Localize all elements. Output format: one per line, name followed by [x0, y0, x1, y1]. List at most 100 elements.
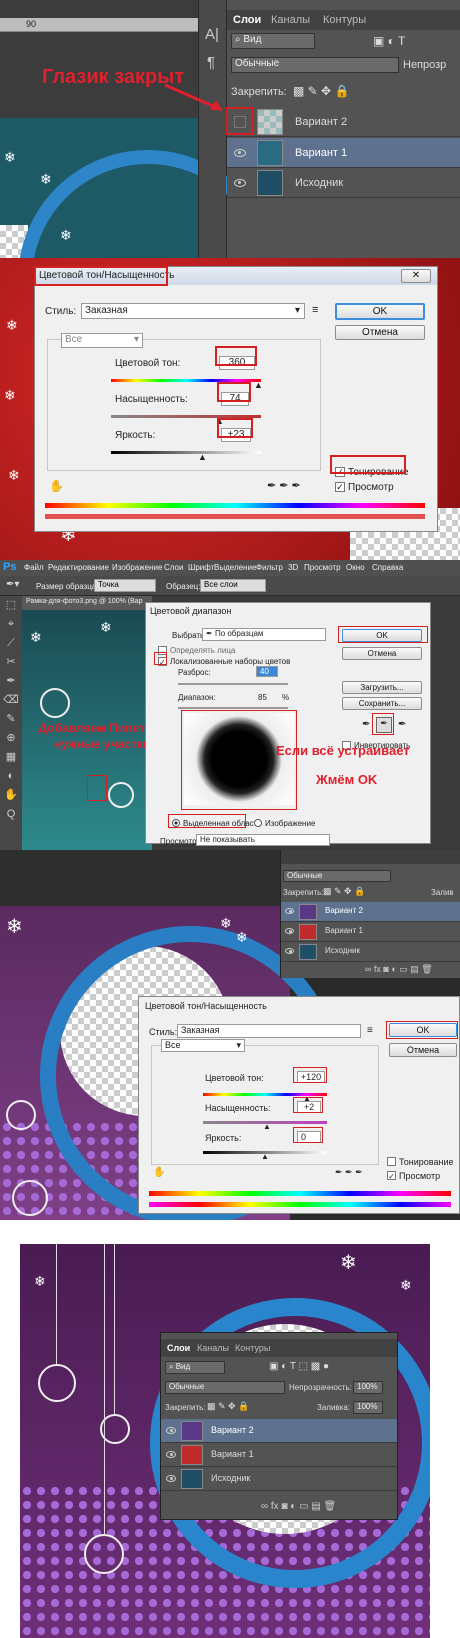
menu-window[interactable]: Окно	[346, 563, 365, 572]
blend-mode-select[interactable]: Обычные	[283, 870, 391, 882]
layer-row-variant1[interactable]: Вариант 1	[161, 1443, 397, 1467]
eyedropper-minus-icon[interactable]: ✒	[398, 719, 406, 730]
menu-help[interactable]: Справка	[372, 563, 403, 572]
slider-handle[interactable]: ▲	[198, 452, 207, 462]
filter-select[interactable]: ⌕ Вид	[165, 1361, 225, 1374]
tab-paths[interactable]: Контуры	[235, 1343, 270, 1353]
layer-name: Исходник	[325, 946, 360, 955]
eye-icon[interactable]	[234, 179, 246, 187]
blend-mode-select[interactable]: Обычные	[165, 1381, 285, 1394]
eye-icon[interactable]	[234, 149, 246, 157]
preview-checkbox[interactable]: ✓	[387, 1171, 396, 1181]
style-label: Стиль:	[149, 1027, 178, 1037]
sample-size-select[interactable]: Точка	[94, 579, 156, 592]
preset-menu-icon[interactable]: ≡	[312, 304, 318, 316]
preview-checkbox[interactable]: ✓	[335, 482, 345, 492]
layer-row-source[interactable]: Исходник	[227, 168, 460, 198]
snowflake-icon: ❄	[100, 619, 112, 635]
eye-icon[interactable]	[285, 928, 294, 934]
layer-row-variant2[interactable]: Вариант 2	[227, 107, 460, 137]
slider-handle[interactable]: ▲	[261, 1152, 269, 1161]
cancel-button[interactable]: Отмена	[389, 1043, 457, 1057]
channel-select[interactable]: Все ▾	[161, 1039, 245, 1052]
filter-icons[interactable]: ▣ ◐ T ⬚ ▩ ●	[269, 1361, 329, 1372]
type-tool-icon[interactable]: A|	[205, 26, 219, 43]
tab-layers[interactable]: Слои	[233, 14, 261, 26]
layer-row-variant2[interactable]: Вариант 2	[281, 902, 460, 922]
save-button[interactable]: Сохранить...	[342, 697, 422, 710]
menu-select[interactable]: Выделение	[214, 563, 256, 572]
panel-footer-icons[interactable]: ∞ fx ◙ ◐ ▭ ▤ 🗑	[365, 964, 433, 975]
filter-icons[interactable]: ▣ ◐ T	[373, 34, 405, 48]
colorize-checkbox[interactable]	[387, 1157, 396, 1166]
saturation-label: Насыщенность:	[205, 1103, 271, 1113]
tab-paths[interactable]: Контуры	[323, 14, 366, 26]
eyedropper-icon[interactable]: ✒	[362, 719, 370, 730]
preset-menu-icon[interactable]: ≡	[367, 1025, 373, 1036]
menu-file[interactable]: Файл	[24, 563, 44, 572]
paragraph-icon[interactable]: ¶	[207, 54, 215, 71]
string-line	[56, 1244, 57, 1364]
menu-edit[interactable]: Редактирование	[48, 563, 109, 572]
hand-icon[interactable]: ✋	[153, 1167, 165, 1178]
lock-icons[interactable]: ▩ ✎ ✥ 🔒	[293, 84, 349, 98]
cancel-button[interactable]: Отмена	[335, 325, 425, 340]
eyedropper-icons[interactable]: ✒ ✒ ✒	[335, 1167, 363, 1178]
layer-row-source[interactable]: Исходник	[281, 942, 460, 962]
slider-handle[interactable]: ▲	[263, 1122, 271, 1131]
load-button[interactable]: Загрузить...	[342, 681, 422, 694]
lock-icons[interactable]: ▩ ✎ ✥ 🔒	[207, 1401, 249, 1412]
lightness-label: Яркость:	[205, 1133, 242, 1143]
style-select[interactable]: Заказная ▾	[81, 303, 305, 319]
tab-layers[interactable]: Слои	[167, 1343, 190, 1353]
channel-value: Все	[65, 334, 83, 345]
eye-icon[interactable]	[166, 1451, 176, 1458]
ok-button[interactable]: OK	[335, 303, 425, 320]
opacity-input[interactable]: 100%	[353, 1381, 383, 1394]
highlight-selection-radio	[168, 814, 246, 828]
slider-handle[interactable]: ▲	[254, 380, 263, 390]
menu-filter[interactable]: Фильтр	[256, 563, 283, 572]
filter-value: Вид	[175, 1362, 191, 1371]
layer-row-variant1[interactable]: Вариант 1	[227, 138, 460, 168]
tab-channels[interactable]: Каналы	[197, 1343, 229, 1353]
lock-icons[interactable]: ▩ ✎ ✥ 🔒	[323, 886, 365, 897]
dialog-title: Цветовой тон/Насыщенность	[145, 1001, 267, 1011]
menu-3d[interactable]: 3D	[288, 563, 298, 572]
style-select[interactable]: Заказная	[177, 1024, 361, 1038]
fuzziness-input[interactable]: 40	[256, 666, 278, 677]
preview-select[interactable]: Не показывать	[196, 834, 330, 846]
sample-select[interactable]: Все слои	[200, 579, 266, 592]
menu-type[interactable]: Шрифт	[188, 563, 214, 572]
tab-channels[interactable]: Каналы	[271, 14, 310, 26]
eye-icon[interactable]	[285, 908, 294, 914]
range-value[interactable]: 85	[258, 693, 267, 702]
eyedropper-icon[interactable]: ✒▾	[6, 579, 19, 590]
layer-thumbnail	[181, 1445, 203, 1465]
channel-select[interactable]: Все ▾	[61, 333, 143, 348]
eye-icon[interactable]	[166, 1475, 176, 1482]
close-button[interactable]: ✕	[401, 269, 431, 283]
menu-view[interactable]: Просмотр	[304, 563, 341, 572]
eye-icon[interactable]	[166, 1427, 176, 1434]
eye-icon[interactable]	[285, 948, 294, 954]
menu-image[interactable]: Изображение	[112, 563, 162, 572]
hand-icon[interactable]: ✋	[49, 479, 64, 493]
range-slider-track[interactable]	[178, 707, 288, 709]
radio-image-dot[interactable]	[254, 819, 262, 827]
eyedropper-icons[interactable]: ✒ ✒ ✒	[267, 479, 301, 492]
layer-row-source[interactable]: Исходник	[161, 1467, 397, 1491]
filter-select[interactable]: ⌕ Вид	[231, 33, 315, 49]
layer-row-variant1[interactable]: Вариант 1	[281, 922, 460, 942]
layer-row-variant2[interactable]: Вариант 2	[161, 1419, 397, 1443]
cancel-button[interactable]: Отмена	[342, 647, 422, 660]
fuzziness-slider-track[interactable]	[178, 683, 288, 685]
select-method[interactable]: ✒ По образцам	[202, 628, 326, 641]
string-line	[104, 1244, 105, 1534]
menu-layers[interactable]: Слои	[164, 563, 183, 572]
sample-label: Образец:	[166, 582, 201, 591]
fill-input[interactable]: 100%	[353, 1401, 383, 1414]
lightness-slider-track[interactable]	[111, 451, 261, 454]
panel-footer-icons[interactable]: ∞ fx ◙ ◐ ▭ ▤ 🗑	[261, 1501, 336, 1512]
blend-mode-select[interactable]: Обычные	[231, 57, 399, 73]
